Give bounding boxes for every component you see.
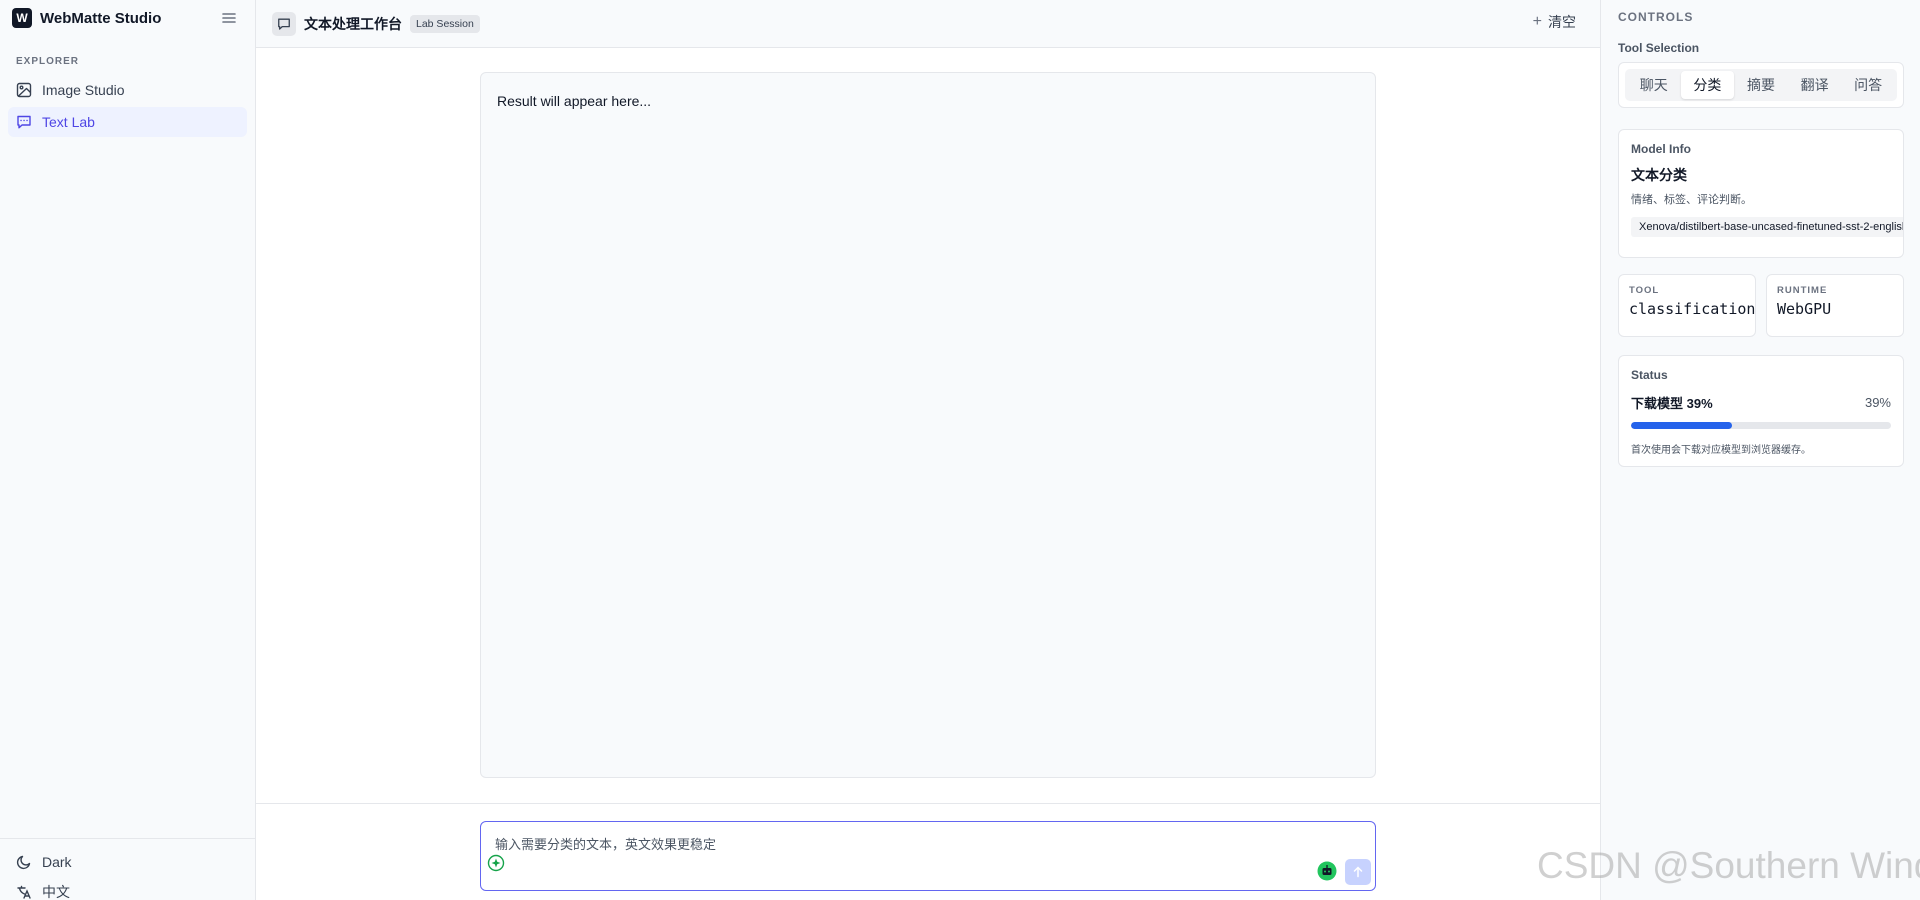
composer-area bbox=[256, 803, 1600, 900]
main-content: Result will appear here... bbox=[256, 48, 1600, 900]
image-icon bbox=[16, 82, 32, 98]
tab-summary[interactable]: 摘要 bbox=[1734, 71, 1788, 99]
sidebar-footer: Dark 中文 bbox=[0, 838, 256, 900]
arrow-up-icon bbox=[1353, 866, 1363, 878]
model-id-chip: Xenova/distilbert-base-uncased-finetuned… bbox=[1631, 217, 1903, 237]
runtime-value: WebGPU bbox=[1777, 300, 1832, 318]
sidebar-item-image-studio[interactable]: Image Studio bbox=[8, 75, 247, 105]
language-label: 中文 bbox=[42, 884, 70, 900]
send-button[interactable] bbox=[1345, 859, 1371, 885]
tool-tabs: 聊天 分类 摘要 翻译 问答 bbox=[1618, 62, 1904, 108]
main-header: 文本处理工作台 Lab Session + 清空 bbox=[256, 0, 1600, 48]
theme-toggle[interactable]: Dark bbox=[0, 849, 256, 875]
sidebar-item-label: Image Studio bbox=[42, 82, 125, 98]
brand-logo: W bbox=[12, 8, 32, 28]
tool-selection-label: Tool Selection bbox=[1618, 41, 1700, 55]
sidebar-nav: Image Studio Text Lab bbox=[0, 75, 255, 137]
explorer-label: EXPLORER bbox=[16, 56, 80, 67]
language-toggle[interactable]: 中文 bbox=[0, 879, 256, 900]
sidebar-item-text-lab[interactable]: Text Lab bbox=[8, 107, 247, 137]
watermark: CSDN @Southern Wind bbox=[1537, 845, 1920, 886]
sidebar-item-label: Text Lab bbox=[42, 114, 95, 130]
status-heading: Status bbox=[1631, 368, 1668, 382]
tool-card: TOOL classification bbox=[1618, 274, 1756, 337]
clear-button[interactable]: + 清空 bbox=[1533, 12, 1576, 32]
model-info-heading: Model Info bbox=[1631, 142, 1691, 156]
theme-label: Dark bbox=[42, 854, 72, 870]
panel-title: CONTROLS bbox=[1618, 10, 1694, 24]
composer bbox=[480, 821, 1376, 891]
menu-icon[interactable] bbox=[220, 9, 238, 27]
tool-tabs-track: 聊天 分类 摘要 翻译 问答 bbox=[1625, 69, 1897, 101]
prompt-input[interactable] bbox=[495, 834, 1295, 854]
app-name: WebMatte Studio bbox=[40, 9, 162, 27]
status-card: Status 下载模型 39% 39% 首次使用会下载对应模型到浏览器缓存。 bbox=[1618, 355, 1904, 467]
controls-panel: CONTROLS Tool Selection 聊天 分类 摘要 翻译 问答 M… bbox=[1600, 0, 1920, 900]
tool-label: TOOL bbox=[1629, 285, 1660, 296]
result-output: Result will appear here... bbox=[480, 72, 1376, 778]
app-root: W WebMatte Studio EXPLORER Image Studio bbox=[0, 0, 1920, 900]
language-icon bbox=[16, 884, 32, 900]
bot-icon[interactable] bbox=[1317, 861, 1337, 881]
tool-value: classification bbox=[1629, 300, 1756, 318]
attach-icon[interactable] bbox=[487, 854, 505, 872]
result-placeholder: Result will appear here... bbox=[497, 93, 652, 109]
tab-classification[interactable]: 分类 bbox=[1680, 71, 1735, 99]
tab-chat[interactable]: 聊天 bbox=[1627, 71, 1681, 99]
tab-qa[interactable]: 问答 bbox=[1841, 71, 1895, 99]
status-text: 下载模型 39% bbox=[1631, 396, 1713, 411]
status-note: 首次使用会下载对应模型到浏览器缓存。 bbox=[1631, 445, 1811, 456]
sidebar: W WebMatte Studio EXPLORER Image Studio bbox=[0, 0, 256, 900]
model-description: 情绪、标签、评论判断。 bbox=[1631, 194, 1752, 206]
tab-translation[interactable]: 翻译 bbox=[1788, 71, 1842, 99]
runtime-card: RUNTIME WebGPU bbox=[1766, 274, 1904, 337]
clear-label: 清空 bbox=[1548, 14, 1576, 30]
brand: W WebMatte Studio bbox=[0, 0, 255, 36]
message-square-icon bbox=[16, 114, 32, 130]
session-badge: Lab Session bbox=[410, 14, 480, 33]
plus-icon: + bbox=[1532, 13, 1542, 30]
status-row: 下载模型 39% 39% bbox=[1631, 393, 1891, 412]
model-info-card: Model Info 文本分类 情绪、标签、评论判断。 Xenova/disti… bbox=[1618, 129, 1904, 258]
runtime-label: RUNTIME bbox=[1777, 285, 1828, 296]
model-task-name: 文本分类 bbox=[1631, 167, 1687, 183]
message-square-icon bbox=[272, 11, 296, 36]
moon-icon bbox=[16, 854, 32, 870]
status-percent: 39% bbox=[1864, 395, 1891, 410]
page-title: 文本处理工作台 bbox=[304, 15, 402, 32]
progress-fill bbox=[1631, 422, 1733, 429]
progress-bar bbox=[1631, 422, 1891, 429]
